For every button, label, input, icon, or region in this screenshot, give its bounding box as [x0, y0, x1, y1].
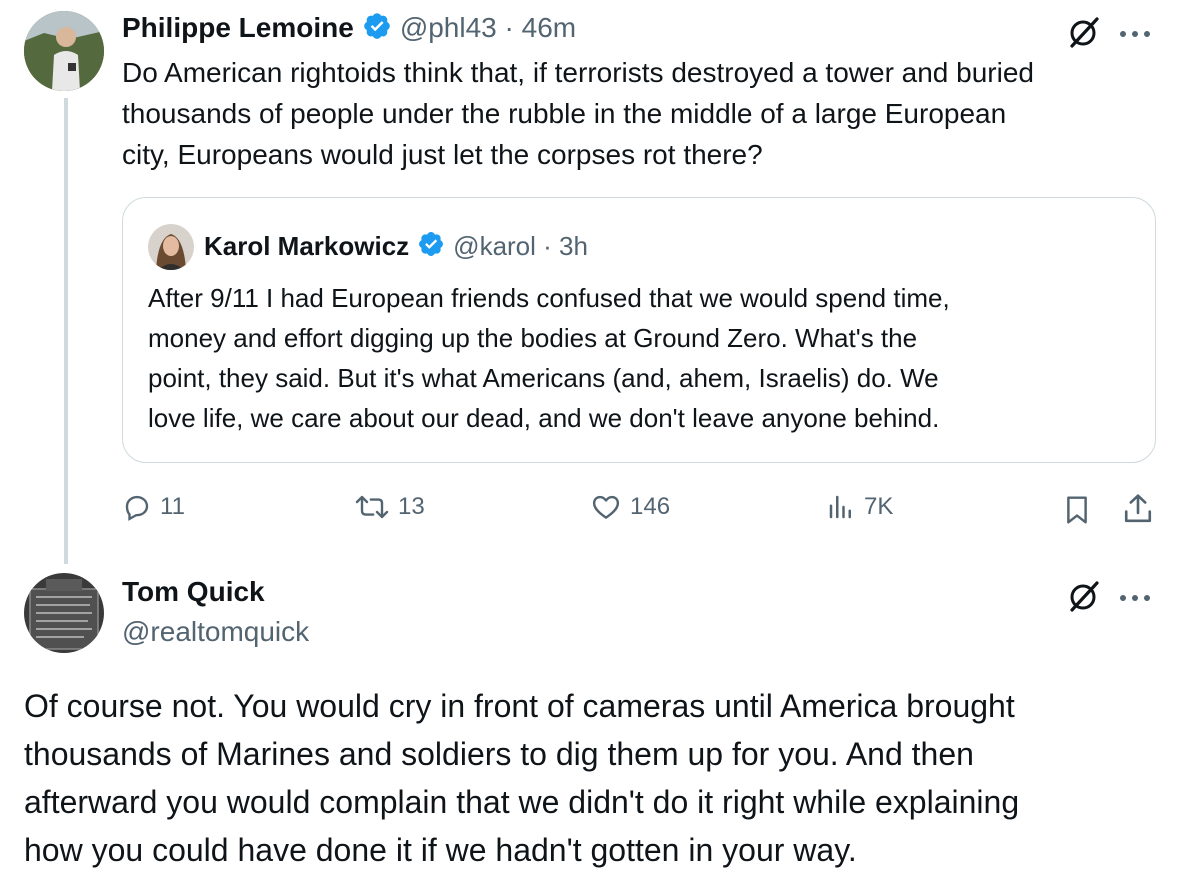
tweet-text-line: Do American rightoids think that, if ter…: [122, 57, 1034, 88]
reply-text-line: how you could have done it if we hadn't …: [24, 832, 857, 868]
quote-header: Karol Markowicz @karol · 3h: [204, 228, 588, 264]
repost-icon: [355, 495, 389, 519]
repost-button[interactable]: 13: [354, 492, 425, 522]
avatar-karol-markowicz[interactable]: [148, 224, 194, 270]
repost-count: 13: [398, 493, 425, 520]
verified-badge-icon: [362, 11, 392, 46]
quote-text-line: After 9/11 I had European friends confus…: [148, 283, 950, 313]
reply-button[interactable]: 11: [122, 492, 185, 522]
quote-handle-and-time[interactable]: @karol · 3h: [453, 231, 588, 262]
quote-author-name[interactable]: Karol Markowicz: [204, 231, 409, 262]
heart-icon: [592, 495, 620, 519]
avatar-photo: [24, 11, 104, 91]
like-button[interactable]: 146: [590, 492, 670, 522]
reply-icon: [125, 495, 149, 521]
tweet-text-line: thousands of people under the rubble in …: [122, 98, 1007, 129]
more-options-icon[interactable]: [1118, 26, 1152, 37]
more-options-icon[interactable]: [1118, 590, 1152, 601]
tweet-header: Philippe Lemoine @phl43 · 46m: [122, 10, 576, 46]
quote-text: After 9/11 I had European friends confus…: [148, 278, 1138, 438]
avatar-philippe-lemoine[interactable]: [24, 11, 104, 91]
bookmark-icon: [1067, 496, 1087, 524]
bookmark-button[interactable]: [1062, 494, 1092, 531]
grok-icon[interactable]: [1066, 14, 1102, 50]
handle-and-time[interactable]: @phl43 · 46m: [400, 12, 576, 44]
like-count: 146: [630, 493, 671, 520]
avatar-tom-quick[interactable]: [24, 573, 104, 653]
thread-line: [64, 98, 68, 564]
reply-count: 11: [160, 493, 185, 520]
reply-text-line: thousands of Marines and soldiers to dig…: [24, 736, 974, 772]
reply-text-line: afterward you would complain that we did…: [24, 784, 1020, 820]
views-button[interactable]: 7K: [826, 492, 893, 522]
tweet-text-line: city, Europeans would just let the corps…: [122, 139, 763, 170]
reply-author-name[interactable]: Tom Quick: [122, 576, 265, 608]
view-count: 7K: [864, 493, 894, 520]
grok-icon[interactable]: [1066, 578, 1102, 614]
reply-text: Of course not. You would cry in front of…: [24, 682, 1174, 874]
verified-badge-icon: [417, 230, 445, 263]
reply-text-line: Of course not. You would cry in front of…: [24, 688, 1015, 724]
quote-text-line: point, they said. But it's what American…: [148, 363, 939, 393]
quote-text-line: love life, we care about our dead, and w…: [148, 403, 940, 433]
author-name[interactable]: Philippe Lemoine: [122, 12, 354, 44]
reply-handle[interactable]: @realtomquick: [122, 616, 309, 648]
tweet-text: Do American rightoids think that, if ter…: [122, 52, 1162, 175]
quote-text-line: money and effort digging up the bodies a…: [148, 323, 918, 353]
share-icon: [1124, 494, 1152, 523]
avatar-photo: [24, 573, 104, 653]
analytics-icon: [829, 495, 851, 519]
avatar-photo: [148, 224, 194, 270]
share-button[interactable]: [1122, 492, 1154, 531]
